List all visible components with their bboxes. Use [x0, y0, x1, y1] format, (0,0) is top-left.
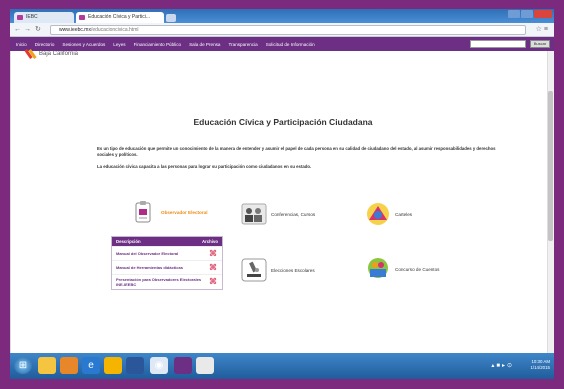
folder-icon[interactable]: [104, 357, 122, 374]
media-player-icon[interactable]: [60, 357, 78, 374]
nav-item-leyes[interactable]: Leyes: [113, 42, 125, 47]
logo-text: Baja California: [39, 51, 79, 57]
conference-icon: [241, 202, 267, 226]
pdf-download-icon[interactable]: ⌘: [208, 249, 218, 258]
forward-icon[interactable]: →: [24, 26, 31, 34]
doc-description[interactable]: Manual de Herramientas didácticas: [116, 265, 208, 270]
close-button[interactable]: [534, 10, 552, 18]
browser-menu-icons[interactable]: ☆≡: [536, 26, 550, 34]
site-search-button[interactable]: Buscar: [530, 40, 550, 48]
carteles-link[interactable]: Carteles: [365, 202, 412, 226]
reload-icon[interactable]: ↻: [35, 26, 41, 34]
pdf-download-icon[interactable]: ⌘: [208, 278, 218, 286]
carteles-label: Carteles: [395, 211, 413, 217]
intro-paragraph-2: La educación cívica capacita a las perso…: [97, 164, 312, 169]
url-input[interactable]: www.ieebc.mx/educacioncivica.html: [50, 25, 526, 35]
browser-tab-iebc[interactable]: IEBC: [14, 12, 74, 23]
observador-electoral-link[interactable]: Observador Electoral: [131, 200, 207, 224]
windows-taskbar: ⊞ e ◉ ▴■▸⊙ 10:30 AM 1/14/2015: [10, 353, 554, 379]
poster-icon: [365, 202, 391, 226]
microscope-icon: [241, 258, 267, 282]
concurso-label: Concurso de Cuentos: [395, 266, 440, 272]
table-row[interactable]: Presentación para Observadores Electoral…: [112, 274, 222, 289]
doc-description[interactable]: Presentación para Observadores Electoral…: [116, 277, 208, 287]
nav-item-sesiones[interactable]: Sesiones y Acuerdos: [62, 42, 105, 47]
clock-date: 1/14/2015: [530, 365, 550, 370]
table-header: Descripción Archivo: [112, 237, 222, 246]
nav-item-inicio[interactable]: Inicio: [16, 42, 27, 47]
site-navigation: Inicio Directorio Sesiones y Acuerdos Le…: [10, 37, 554, 51]
logo-mark-icon: [24, 49, 37, 61]
concurso-cuentos-link[interactable]: Concurso de Cuentos: [365, 257, 439, 281]
app-icon[interactable]: [174, 357, 192, 374]
new-tab-button[interactable]: [166, 14, 176, 22]
browser-tab-active[interactable]: Educación Cívica y Partici...: [76, 12, 164, 23]
intro-paragraph: Es un tipo de educación que permite un c…: [97, 146, 496, 157]
doc-description[interactable]: Manual del Observador Electoral: [116, 251, 208, 256]
maximize-button[interactable]: [521, 10, 533, 18]
favicon-icon: [17, 15, 23, 20]
page-scrollbar[interactable]: [547, 51, 554, 353]
clock[interactable]: 10:30 AM 1/14/2015: [530, 359, 550, 371]
favicon-icon: [79, 15, 85, 20]
chrome-icon[interactable]: ◉: [150, 357, 168, 374]
storybook-icon: [365, 257, 391, 281]
clipboard-icon: [131, 200, 157, 224]
system-tray-icons[interactable]: ▴■▸⊙: [491, 362, 514, 369]
conferencias-label: Conferencias, Cursos: [271, 211, 316, 217]
address-bar-row: ← → ↻ www.ieebc.mx/educacioncivica.html …: [10, 23, 554, 37]
table-row[interactable]: Manual de Herramientas didácticas ⌘: [112, 260, 222, 274]
word-icon[interactable]: [126, 357, 144, 374]
table-row[interactable]: Manual del Observador Electoral ⌘: [112, 246, 222, 260]
start-button-icon[interactable]: ⊞: [14, 357, 32, 374]
nav-item-transparencia[interactable]: Transparencia: [228, 42, 257, 47]
tab-label: IEBC: [26, 14, 38, 20]
explorer-icon[interactable]: [38, 357, 56, 374]
elecciones-escolares-link[interactable]: Elecciones Escolares: [241, 258, 315, 282]
paint-icon[interactable]: [196, 357, 214, 374]
header-description: Descripción: [116, 239, 141, 244]
url-domain: www.ieebc.mx: [59, 27, 91, 33]
back-icon[interactable]: ←: [14, 26, 21, 34]
page-title: Educación Cívica y Participación Ciudada…: [193, 117, 373, 127]
pdf-download-icon[interactable]: ⌘: [208, 263, 218, 272]
nav-item-directorio[interactable]: Directorio: [35, 42, 55, 47]
nav-item-solicitud[interactable]: Solicitud de Información: [266, 42, 315, 47]
documents-table: Descripción Archivo Manual del Observado…: [111, 236, 223, 290]
screenshot-frame: IEBC Educación Cívica y Partici... ← → ↻…: [10, 9, 554, 379]
window-controls: [508, 10, 552, 19]
site-search-input[interactable]: [470, 40, 526, 48]
url-path: /educacioncivica.html: [90, 27, 139, 33]
nav-item-sala-prensa[interactable]: Sala de Prensa: [189, 42, 220, 47]
tab-label: Educación Cívica y Partici...: [88, 14, 150, 20]
scrollbar-thumb[interactable]: [548, 91, 553, 241]
elecciones-label: Elecciones Escolares: [271, 267, 315, 273]
browser-tab-bar: IEBC Educación Cívica y Partici...: [10, 9, 554, 23]
page-content: Baja California Educación Cívica y Parti…: [10, 49, 554, 353]
observador-label: Observador Electoral: [161, 209, 208, 215]
internet-explorer-icon[interactable]: e: [82, 357, 100, 374]
minimize-button[interactable]: [508, 10, 520, 18]
nav-item-financiamiento[interactable]: Financiamiento Público: [134, 42, 182, 47]
header-files: Archivo: [202, 239, 218, 244]
conferencias-cursos-link[interactable]: Conferencias, Cursos: [241, 202, 315, 226]
